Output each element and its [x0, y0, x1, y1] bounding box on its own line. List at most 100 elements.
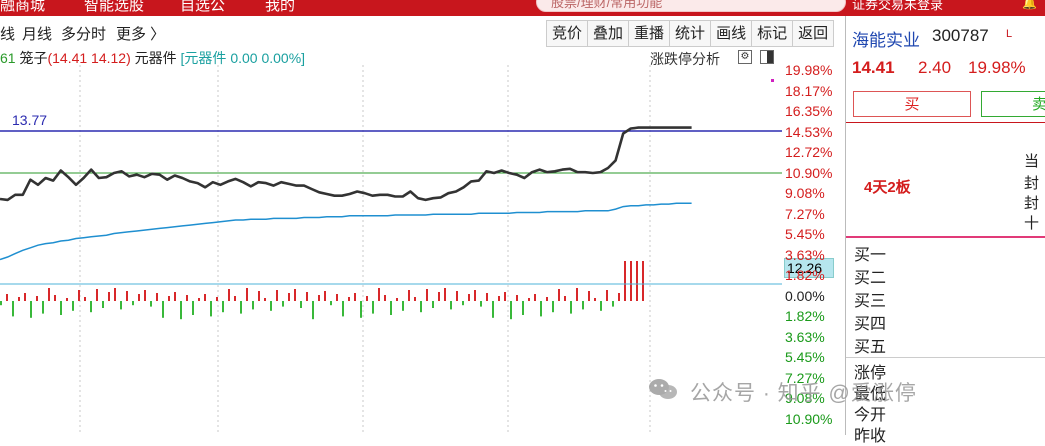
volume-bar: [138, 294, 140, 301]
volume-bar: [510, 301, 512, 320]
volume-bar: [306, 292, 308, 301]
period-month[interactable]: 月线: [22, 23, 52, 44]
y-axis-tick-label: 18.17%: [785, 82, 833, 99]
watermark: 公众号 · 知乎 @爱涨停: [648, 376, 1028, 405]
volume-bar: [102, 301, 104, 308]
panel-toggle-icon[interactable]: [760, 50, 774, 64]
volume-bar: [624, 261, 626, 301]
volume-bar: [480, 301, 482, 307]
volume-bar: [492, 301, 494, 318]
board-streak-tag: 4天2板: [864, 179, 911, 196]
stat-prev-close: 昨收: [854, 428, 887, 445]
y-axis-tick-label: 5.45%: [785, 349, 825, 365]
order-bid-2: 买二: [854, 270, 887, 287]
seal-label-3: 封: [1024, 195, 1040, 212]
volume-bar: [204, 294, 206, 301]
y-axis-tick-label: 12.72%: [785, 144, 833, 160]
volume-bar: [546, 297, 548, 301]
y-axis-tick-label: 1.82%: [785, 267, 825, 283]
volume-bar: [534, 294, 536, 301]
component-label[interactable]: 元器件: [135, 50, 177, 66]
volume-bar: [300, 301, 302, 308]
buy-button[interactable]: 买: [853, 91, 971, 117]
volume-bar: [612, 301, 614, 307]
trade-login-link[interactable]: 证券交易未登录: [852, 0, 943, 13]
volume-bar: [276, 290, 278, 301]
price-change-pct: 19.98%: [968, 58, 1026, 77]
volume-bar: [600, 301, 602, 311]
divider: [846, 122, 1045, 123]
volume-bar: [174, 292, 176, 301]
volume-bar: [384, 295, 386, 301]
volume-bar: [180, 301, 182, 320]
nav-item-mall[interactable]: 融商城: [0, 0, 45, 15]
tool-mark[interactable]: 标记: [752, 21, 794, 46]
volume-bar: [414, 297, 416, 301]
volume-bar: [348, 297, 350, 301]
sell-button[interactable]: 卖: [981, 91, 1045, 117]
average-price-line: [0, 202, 692, 261]
volume-bar: [504, 292, 506, 301]
tool-stats[interactable]: 统计: [670, 21, 712, 46]
nav-item-mine[interactable]: 我的: [265, 0, 295, 15]
volume-bar: [570, 301, 572, 314]
volume-bar: [234, 296, 236, 301]
y-axis-tick-label: 10.90%: [785, 164, 833, 181]
tool-replay[interactable]: 重播: [629, 21, 671, 46]
volume-bar: [636, 261, 638, 301]
price-line: [0, 126, 692, 202]
volume-bar: [456, 291, 458, 301]
volume-bar: [354, 293, 356, 301]
volume-bar: [324, 291, 326, 301]
tool-back[interactable]: 返回: [793, 21, 834, 46]
volume-bar: [78, 290, 80, 301]
volume-bar: [486, 293, 488, 301]
volume-bar: [390, 301, 392, 315]
volume-bar: [60, 301, 62, 315]
volume-bar: [132, 301, 134, 306]
period-multi-intraday[interactable]: 多分时: [61, 23, 106, 44]
tool-auction[interactable]: 竞价: [547, 21, 589, 46]
bell-icon[interactable]: 🔔: [1022, 0, 1037, 10]
search-input[interactable]: 股票/理财/常用功能: [536, 0, 846, 12]
volume-bar: [576, 288, 578, 301]
tool-draw-line[interactable]: 画线: [711, 21, 753, 46]
volume-bar: [402, 301, 404, 311]
volume-bar: [330, 301, 332, 306]
stock-flag: L: [1006, 28, 1013, 40]
nav-item-smart-picks[interactable]: 智能选股: [84, 0, 144, 15]
volume-bar: [450, 301, 452, 310]
volume-bar: [222, 301, 224, 313]
volume-bar: [378, 288, 380, 301]
gear-icon[interactable]: ⚙: [738, 50, 752, 64]
tool-overlay[interactable]: 叠加: [588, 21, 630, 46]
period-more[interactable]: 更多 〉: [116, 23, 165, 44]
y-axis-tick-label: 9.08%: [785, 185, 825, 201]
volume-bar: [168, 296, 170, 301]
y-axis-tick-label: 1.82%: [785, 308, 825, 324]
volume-bar: [198, 298, 200, 301]
wechat-logo-icon: [649, 379, 677, 399]
volume-bar: [468, 294, 470, 301]
component-values: [元器件 0.00 0.00%]: [180, 50, 306, 66]
seal-label-2: 封: [1024, 175, 1040, 192]
nav-item-watchlist[interactable]: 自选公: [180, 0, 225, 15]
volume-bar: [192, 301, 194, 315]
volume-bar: [498, 296, 500, 301]
y-axis-tick-label: 7.27%: [785, 205, 825, 222]
volume-bar: [360, 301, 362, 318]
y-axis-tick-label: 3.63%: [785, 328, 825, 345]
volume-bar: [258, 291, 260, 301]
stock-name[interactable]: 海能实业: [852, 26, 920, 51]
volume-bar: [408, 290, 410, 301]
cage-values: (14.41 14.12): [47, 50, 131, 66]
volume-bar: [120, 301, 122, 310]
volume-bar: [294, 289, 296, 301]
volume-bar: [522, 301, 524, 315]
volume-bar: [630, 261, 632, 301]
period-week[interactable]: 线: [0, 23, 15, 44]
volume-bar: [432, 301, 434, 308]
volume-bar: [618, 293, 620, 301]
volume-bar: [162, 301, 164, 318]
volume-bar: [372, 301, 374, 314]
